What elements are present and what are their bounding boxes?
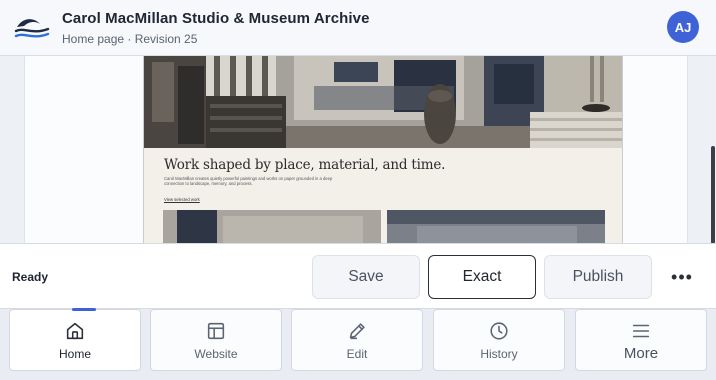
layout-icon	[207, 322, 225, 340]
tab-label: Website	[194, 347, 238, 361]
page-revision: Home page · Revision 25	[62, 32, 198, 46]
wave-logo-icon	[14, 19, 50, 38]
tab-label: Home	[58, 347, 91, 361]
preview-body: Carol MacMillan creates quietly powerful…	[164, 176, 333, 187]
artwork-thumbnail	[387, 210, 605, 244]
tab-home[interactable]: Home	[9, 308, 141, 371]
preview-link[interactable]: View selected work	[164, 197, 200, 202]
save-button[interactable]: Save	[312, 255, 420, 299]
artwork-thumbnail	[163, 210, 381, 244]
exact-button[interactable]: Exact	[428, 255, 536, 299]
tab-history[interactable]: History	[433, 309, 565, 371]
status-text: Ready	[12, 270, 49, 284]
preview-area: Work shaped by place, material, and time…	[0, 56, 716, 244]
action-bar: Ready Save Exact Publish •••	[0, 243, 716, 309]
menu-icon	[632, 324, 650, 338]
tab-edit[interactable]: Edit	[291, 309, 423, 371]
pencil-icon	[349, 323, 365, 340]
preview-headline: Work shaped by place, material, and time…	[164, 157, 446, 173]
header-titles: Carol MacMillan Studio & Museum Archive …	[62, 10, 370, 46]
tab-label: More	[623, 345, 659, 362]
publish-button[interactable]: Publish	[544, 255, 652, 299]
hero-image	[144, 56, 622, 148]
tab-label: History	[480, 347, 518, 361]
more-horizontal-icon[interactable]: •••	[666, 265, 698, 289]
site-title: Carol MacMillan Studio & Museum Archive	[62, 10, 370, 27]
avatar[interactable]: AJ	[667, 11, 699, 43]
preview-scrollbar[interactable]	[711, 146, 715, 244]
tab-more[interactable]: More	[575, 309, 707, 371]
website-preview[interactable]: Work shaped by place, material, and time…	[143, 56, 623, 244]
tab-website[interactable]: Website	[150, 309, 282, 371]
bottom-nav: Home Website Edit History More	[0, 308, 716, 380]
preview-panel: Work shaped by place, material, and time…	[24, 56, 688, 244]
tab-label: Edit	[346, 347, 368, 361]
home-icon	[66, 322, 84, 340]
app-header: Carol MacMillan Studio & Museum Archive …	[0, 0, 716, 56]
clock-icon	[490, 322, 508, 340]
active-tab-indicator	[72, 308, 96, 311]
